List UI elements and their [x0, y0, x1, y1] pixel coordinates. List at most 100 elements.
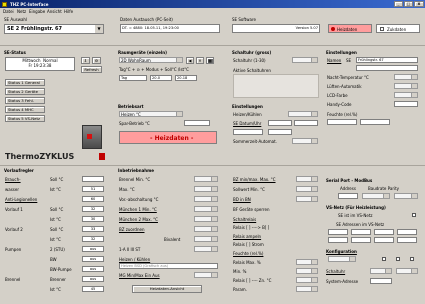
vorlauf-row-10-value[interactable]: aus	[82, 266, 104, 272]
relais-select-11[interactable]	[296, 268, 318, 274]
status-4-button[interactable]: Status 4 MHC	[5, 106, 45, 113]
down-arrow-icon[interactable]: ⇩	[81, 57, 90, 64]
inbetrieb-select-4[interactable]	[194, 206, 218, 212]
schaltuhr-serial-select[interactable]	[370, 268, 392, 274]
vorlauf-row-7-value[interactable]: 32	[82, 236, 104, 242]
inbetrieb-select-6[interactable]	[194, 226, 218, 232]
vorlauf-row-11-value[interactable]: aus	[82, 276, 104, 282]
se-im-netz-checkbox[interactable]	[412, 213, 416, 217]
gear-icon[interactable]: ⚙	[92, 57, 101, 64]
lueftung-select[interactable]	[394, 83, 418, 89]
inbetrieb-select-2[interactable]	[194, 186, 218, 192]
menu-item-datei[interactable]: Datei	[3, 9, 14, 14]
system-adresse-field[interactable]	[370, 278, 392, 284]
relais-select-12[interactable]	[296, 277, 318, 283]
raumgeraet-select[interactable]: 2D WohnRaum	[119, 57, 183, 63]
se-adressen-field-2[interactable]	[351, 229, 371, 235]
inbetrieb-select-5[interactable]	[194, 216, 218, 222]
menu-item-hilfe[interactable]: Hilfe	[64, 9, 73, 14]
konfig-checkbox-2[interactable]	[396, 257, 400, 261]
vorlauf-row-5-value[interactable]: 30	[82, 216, 104, 222]
inbetrieb-select-11[interactable]	[194, 272, 218, 278]
status-3-button[interactable]: Status 3 Fehl.	[5, 97, 45, 104]
inbetrieb-select-3[interactable]	[194, 196, 218, 202]
heizdaten-big-button[interactable]: - Heizdaten -	[119, 131, 217, 144]
handy-field[interactable]	[394, 101, 418, 107]
namen-field[interactable]: Frühlingstr. 67	[356, 57, 418, 63]
heizdaten-toggle[interactable]: Heizdaten	[328, 24, 372, 33]
inbetrieb-select-7[interactable]	[194, 236, 218, 242]
spar-betrieb-field[interactable]	[184, 120, 210, 126]
vorlauf-row-6-value[interactable]: 33	[82, 226, 104, 232]
relais-select-10[interactable]	[296, 259, 318, 265]
vorlauf-row-8-value[interactable]: aus	[82, 246, 104, 252]
se-adressen-field-5[interactable]	[328, 237, 348, 243]
close-button[interactable]: X	[414, 1, 424, 7]
minimize-button[interactable]: _	[394, 1, 403, 7]
vorlauf-row-3-value[interactable]: 60	[82, 196, 104, 202]
aktive-schaltuhren-label: Aktive Schaltuhren	[233, 68, 271, 73]
heizen-kuehlen-select[interactable]	[288, 111, 318, 117]
vorlauf-rows: Brauch- Soll °C wasser Ist °C 51 Anti-Legio…	[4, 175, 106, 299]
relais-select-2[interactable]	[296, 186, 318, 192]
se-adressen-field-7[interactable]	[374, 237, 394, 243]
datum-row2-field-b[interactable]	[268, 129, 292, 135]
schaltuhr-serial-select-2[interactable]	[396, 268, 418, 274]
se-adressen-field-8[interactable]	[397, 237, 417, 243]
inbetrieb-select-1[interactable]	[194, 176, 218, 182]
grid-icon[interactable]: ▦	[206, 57, 214, 64]
close-icon[interactable]: ✕	[196, 57, 204, 64]
serial-baud-select[interactable]	[362, 193, 390, 199]
menu-item-eingabe[interactable]: Eingabe	[29, 9, 45, 14]
namen-row2[interactable]	[356, 65, 418, 71]
inbetrieb-row-9: Heizen / Kühlen	[119, 257, 151, 262]
serial-address-field[interactable]	[338, 193, 358, 199]
inbetrieb-row-6: BZ zuordnen	[119, 227, 145, 232]
konfig-checkbox-1[interactable]	[382, 257, 386, 261]
se-datum-field[interactable]	[268, 120, 292, 126]
lcd-select[interactable]	[394, 92, 418, 98]
window-title: THZ PC-Interface	[10, 1, 49, 7]
se-adressen-field-1[interactable]	[328, 229, 348, 235]
vorlauf-row-2-value[interactable]: 51	[82, 186, 104, 192]
feuchte-field-b[interactable]	[360, 119, 390, 125]
vorlauf-row-9-value[interactable]: aus	[82, 256, 104, 262]
vorlauf-title: Vorlaufregler	[4, 168, 34, 173]
status-1-button[interactable]: Status 1 General	[5, 79, 45, 86]
relais-select-3[interactable]	[296, 196, 318, 202]
inbetrieb-select-8[interactable]	[194, 246, 218, 252]
feuchte-label: Feuchte (rel.%)	[327, 112, 358, 117]
feuchte-field-a[interactable]	[327, 119, 357, 125]
vorlauf-row-4-value[interactable]: 32	[82, 206, 104, 212]
vorlauf-row-1-value[interactable]	[82, 176, 104, 182]
refresh-button[interactable]: Refresh	[81, 66, 102, 73]
schaltuhr-select[interactable]	[292, 57, 318, 63]
relais-select-1[interactable]	[296, 176, 318, 182]
inbetrieb-field-9[interactable]: Heizen BSD (Grafisch aus)	[119, 263, 218, 269]
heizdaten-ansicht-button[interactable]: Heizdaten-Ansicht	[132, 285, 202, 293]
se-adressen-field-3[interactable]	[374, 229, 394, 235]
mid-divider	[0, 165, 425, 166]
ist-value: 20.18	[177, 76, 188, 80]
prev-icon[interactable]: ◀	[186, 57, 194, 64]
zukdaten-toggle[interactable]: Zukdaten	[376, 24, 420, 33]
menu-item-ansicht[interactable]: Ansicht	[47, 9, 62, 14]
relais-select-13[interactable]	[296, 286, 318, 292]
menu-item-netz[interactable]: Netz	[17, 9, 26, 14]
konfiguration-select[interactable]	[328, 256, 356, 262]
se-adressen-field-4[interactable]	[397, 229, 417, 235]
se-select[interactable]: SE 2 Frühlingstr. 67 ▼	[4, 24, 104, 34]
konfig-checkbox-3[interactable]	[410, 257, 414, 261]
status-5-button[interactable]: Status 5 VS-Netz	[5, 115, 45, 122]
status-2-button[interactable]: Status 2 Geräte	[5, 88, 45, 95]
maximize-button[interactable]: □	[404, 1, 413, 7]
sommerzeit-select[interactable]	[292, 138, 318, 144]
se-uhr-field[interactable]	[294, 120, 318, 126]
inbetrieb-row-11: MG Min/Max Ein Aus	[119, 273, 160, 278]
datum-row2-field-a[interactable]	[233, 129, 263, 135]
nachttemp-select[interactable]	[394, 74, 418, 80]
se-adressen-field-6[interactable]	[351, 237, 371, 243]
serial-parity-select[interactable]	[394, 193, 418, 199]
vorlauf-row-12-value[interactable]: 45	[82, 286, 104, 292]
betriebsart-select[interactable]: Heizen °C	[119, 111, 183, 117]
